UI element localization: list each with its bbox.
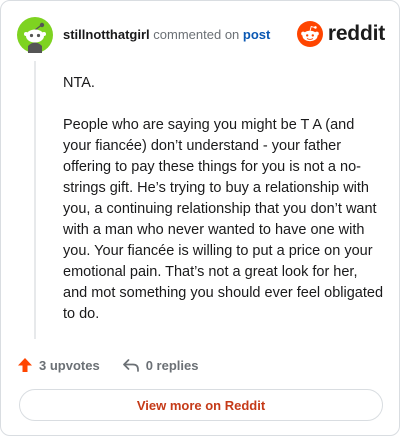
- reddit-snoo-icon: [296, 21, 323, 47]
- comment-paragraph: NTA.: [63, 75, 95, 91]
- reddit-wordmark: reddit: [327, 22, 385, 45]
- reddit-logo[interactable]: reddit: [296, 21, 385, 47]
- comment-actions: 3 upvotes 0 replies: [17, 355, 198, 375]
- upvote-count: 3 upvotes: [39, 357, 100, 373]
- avatar[interactable]: [17, 17, 53, 53]
- upvote-arrow-icon: [18, 358, 32, 372]
- thread-line: [34, 61, 36, 339]
- comment-paragraph: People who are saying you might be T A (…: [63, 117, 384, 322]
- reply-count: 0 replies: [145, 357, 199, 373]
- comment-body: NTA. People who are saying you might be …: [63, 73, 383, 325]
- upvote-button[interactable]: 3 upvotes: [17, 357, 100, 373]
- snoo-avatar-icon: [17, 17, 53, 53]
- reply-arrow-icon: [122, 359, 139, 372]
- commented-on-text: commented on: [153, 27, 240, 42]
- author-link[interactable]: stillnotthatgirl: [63, 27, 150, 42]
- post-link[interactable]: post: [243, 27, 270, 42]
- reply-button[interactable]: 0 replies: [122, 357, 199, 373]
- view-more-button[interactable]: View more on Reddit: [19, 389, 383, 421]
- embedded-comment-card: stillnotthatgirl commented on post reddi…: [0, 0, 400, 436]
- comment-header: stillnotthatgirl commented on post: [63, 27, 270, 43]
